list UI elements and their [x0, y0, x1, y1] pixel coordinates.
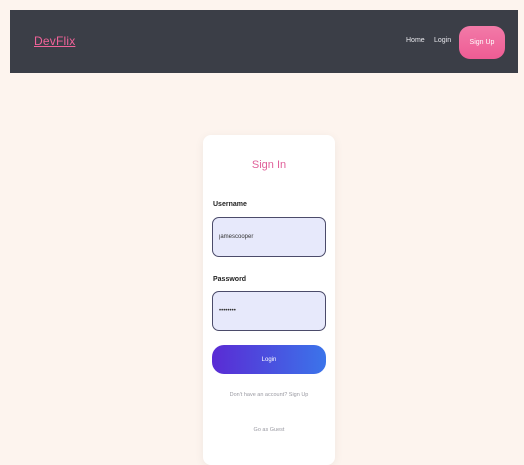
signup-prompt-link[interactable]: Don't have an account? Sign Up	[203, 392, 335, 398]
nav-login-link[interactable]: Login	[434, 37, 451, 44]
guest-login-link[interactable]: Go as Guest	[203, 427, 335, 433]
password-input[interactable]	[212, 291, 326, 331]
nav-signup-button[interactable]: Sign Up	[459, 26, 505, 59]
nav-home-link[interactable]: Home	[406, 37, 425, 44]
password-label: Password	[213, 276, 247, 283]
login-title: Sign In	[251, 159, 287, 171]
username-label: Username	[213, 201, 247, 208]
login-card: Sign In Username Password Login Don't ha…	[203, 135, 335, 465]
brand-logo-link[interactable]: DevFlix	[34, 34, 75, 48]
username-input[interactable]	[212, 217, 326, 257]
navbar: DevFlix Home Login Sign Up	[10, 10, 518, 73]
login-button[interactable]: Login	[212, 345, 326, 374]
